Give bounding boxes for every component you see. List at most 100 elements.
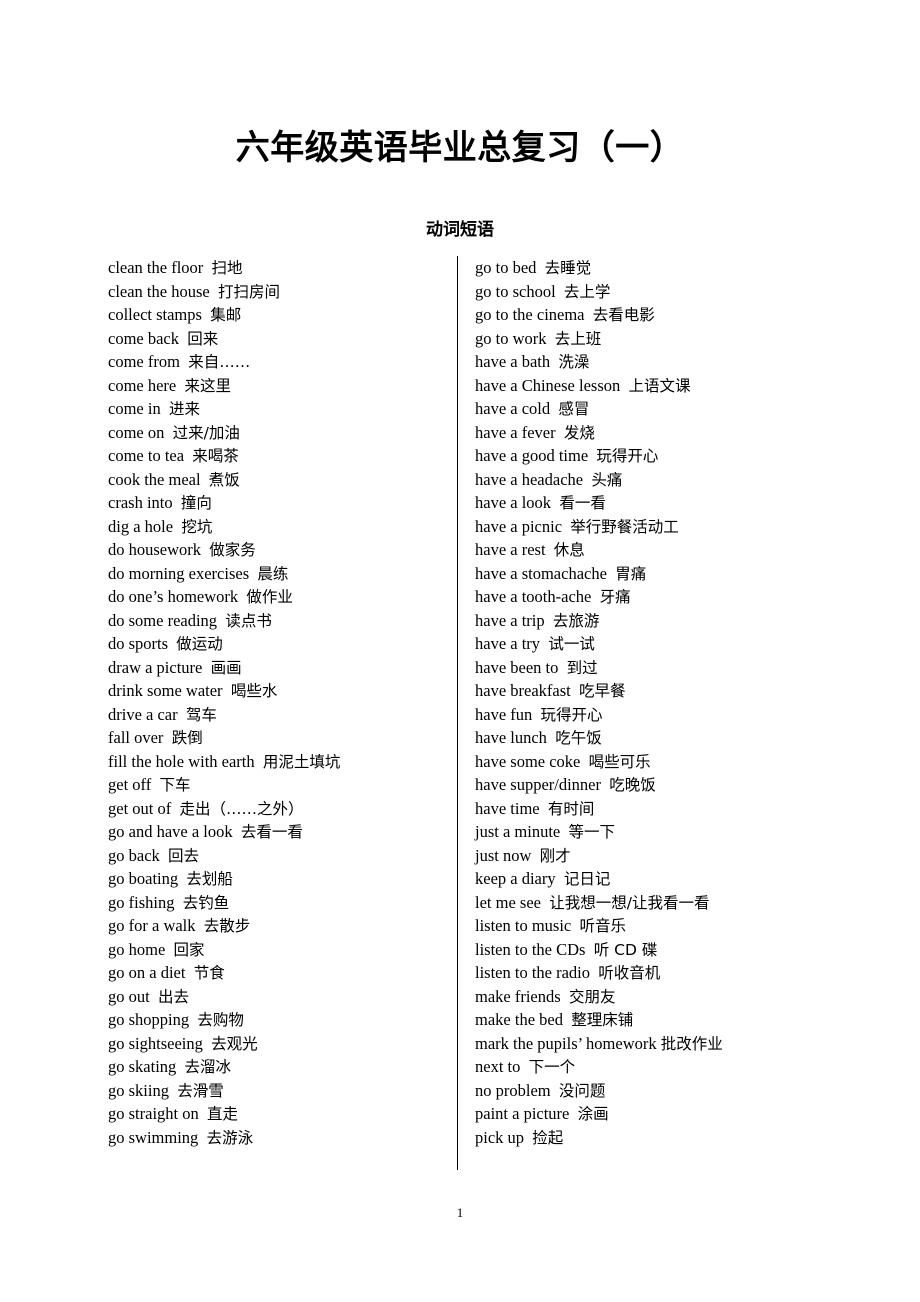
phrase-chinese: 回去 <box>168 846 200 865</box>
phrase-entry: go shopping 去购物 <box>108 1008 448 1032</box>
phrase-chinese: 去上班 <box>554 329 602 348</box>
column-divider <box>457 256 458 1170</box>
phrase-english: go skating <box>108 1057 177 1076</box>
phrase-entry: go out 出去 <box>108 985 448 1009</box>
phrase-chinese: 做作业 <box>246 588 293 606</box>
phrase-entry: go fishing 去钓鱼 <box>108 891 448 915</box>
phrase-entry: have fun 玩得开心 <box>475 703 835 727</box>
phrase-english: go home <box>108 939 166 959</box>
phrase-entry: have a try 试一试 <box>475 632 835 656</box>
phrase-entry: listen to the radio 听收音机 <box>475 961 835 985</box>
phrase-entry: have a bath 洗澡 <box>475 350 835 374</box>
phrase-entry: no problem 没问题 <box>475 1079 835 1103</box>
phrase-entry: go home 回家 <box>108 938 448 962</box>
phrase-entry: go boating 去划船 <box>108 867 448 891</box>
phrase-chinese: 头痛 <box>591 470 623 489</box>
phrase-chinese: 直走 <box>207 1105 239 1123</box>
phrase-chinese: 去看电影 <box>592 306 655 324</box>
phrase-chinese: 吃午饭 <box>555 729 602 747</box>
phrase-english: come in <box>108 399 161 418</box>
phrase-chinese: 去观光 <box>211 1034 258 1053</box>
phrase-english: have a tooth-ache <box>475 587 592 606</box>
phrase-entry: listen to music 听音乐 <box>475 914 835 938</box>
phrase-entry: go back 回去 <box>108 844 448 868</box>
phrase-english: pick up <box>475 1127 525 1147</box>
phrase-english: listen to the radio <box>475 963 591 982</box>
phrase-chinese: 节食 <box>193 964 225 982</box>
phrase-entry: go for a walk 去散步 <box>108 914 448 938</box>
phrase-english: let me see <box>475 892 541 912</box>
phrase-english: have a fever <box>475 422 556 442</box>
phrase-english: just now <box>475 845 532 865</box>
phrase-chinese: 试一试 <box>548 635 595 653</box>
phrase-entry: go to school 去上学 <box>475 280 835 304</box>
phrase-entry: have a Chinese lesson 上语文课 <box>475 374 835 398</box>
phrase-chinese: 挖坑 <box>181 517 213 536</box>
phrase-chinese: 去购物 <box>197 1011 244 1029</box>
phrase-entry: come from 来自…… <box>108 350 448 374</box>
phrase-entry: have a good time 玩得开心 <box>475 444 835 468</box>
phrase-english: get out of <box>108 798 172 818</box>
phrase-english: go to bed <box>475 258 537 277</box>
phrase-chinese: 喝些可乐 <box>588 752 651 771</box>
phrase-english: go straight on <box>108 1104 199 1123</box>
page-title: 六年级英语毕业总复习（一） <box>235 128 685 168</box>
phrase-entry: go to work 去上班 <box>475 327 835 351</box>
phrase-chinese: 没问题 <box>558 1081 606 1100</box>
phrase-entry: have a headache 头痛 <box>475 468 835 492</box>
phrase-chinese: 记日记 <box>563 870 611 888</box>
phrase-entry: fill the hole with earth 用泥土填坑 <box>108 750 448 774</box>
phrase-english: do sports <box>108 634 169 653</box>
phrase-entry: have a trip 去旅游 <box>475 609 835 633</box>
phrase-english: clean the floor <box>108 258 204 277</box>
phrase-entry: do one’s homework 做作业 <box>108 585 448 609</box>
phrase-chinese: 晨练 <box>257 564 289 583</box>
phrase-entry: drive a car 驾车 <box>108 703 448 727</box>
phrase-column-right: go to bed 去睡觉 go to school 去上学 go to the c… <box>475 256 835 1149</box>
phrase-chinese: 煮饭 <box>208 470 240 489</box>
phrase-chinese: 有时间 <box>547 799 595 818</box>
phrase-entry: listen to the CDs 听 CD 碟 <box>475 938 835 962</box>
phrase-chinese: 去游泳 <box>206 1128 254 1147</box>
phrase-english: have supper/dinner <box>475 775 601 794</box>
phrase-chinese: 去旅游 <box>552 611 600 630</box>
phrase-chinese: 上语文课 <box>628 376 691 395</box>
phrase-english: mark the pupils’ homework <box>475 1033 657 1053</box>
phrase-entry: go sightseeing 去观光 <box>108 1032 448 1056</box>
phrase-entry: pick up 捡起 <box>475 1126 835 1150</box>
phrase-chinese: 吃早餐 <box>579 682 626 700</box>
phrase-english: make friends <box>475 986 561 1006</box>
phrase-chinese: 到过 <box>566 658 598 677</box>
page-number: 1 <box>456 1205 464 1220</box>
phrase-chinese: 下一个 <box>528 1058 576 1076</box>
phrase-entry: do morning exercises 晨练 <box>108 562 448 586</box>
phrase-english: next to <box>475 1057 521 1076</box>
phrase-chinese: 去溜冰 <box>184 1058 232 1076</box>
phrase-english: get off <box>108 775 152 794</box>
phrase-entry: have a look 看一看 <box>475 491 835 515</box>
phrase-english: go to school <box>475 281 556 301</box>
phrase-english: fill the hole with earth <box>108 751 255 771</box>
phrase-chinese: 来喝茶 <box>192 447 239 465</box>
phrase-chinese: 跌倒 <box>171 729 203 747</box>
phrase-entry: have supper/dinner 吃晚饭 <box>475 773 835 797</box>
phrase-english: fall over <box>108 728 164 747</box>
phrase-english: draw a picture <box>108 657 203 677</box>
phrase-chinese: 回来 <box>187 329 219 348</box>
phrase-english: go fishing <box>108 892 175 912</box>
phrase-chinese: 打扫房间 <box>217 282 280 301</box>
phrase-chinese: 下车 <box>159 776 191 794</box>
phrase-english: have a try <box>475 634 541 653</box>
phrase-entry: make friends 交朋友 <box>475 985 835 1009</box>
phrase-chinese: 玩得开心 <box>596 447 659 465</box>
phrase-english: go and have a look <box>108 822 233 841</box>
phrase-chinese: 听 CD 碟 <box>593 940 658 959</box>
phrase-chinese: 去划船 <box>186 870 233 888</box>
phrase-entry: paint a picture 涂画 <box>475 1102 835 1126</box>
phrase-entry: have time 有时间 <box>475 797 835 821</box>
phrase-entry: do some reading 读点书 <box>108 609 448 633</box>
phrase-entry: have breakfast 吃早餐 <box>475 679 835 703</box>
phrase-entry: go and have a look 去看一看 <box>108 820 448 844</box>
phrase-chinese: 批改作业 <box>660 1034 723 1053</box>
phrase-entry: dig a hole 挖坑 <box>108 515 448 539</box>
